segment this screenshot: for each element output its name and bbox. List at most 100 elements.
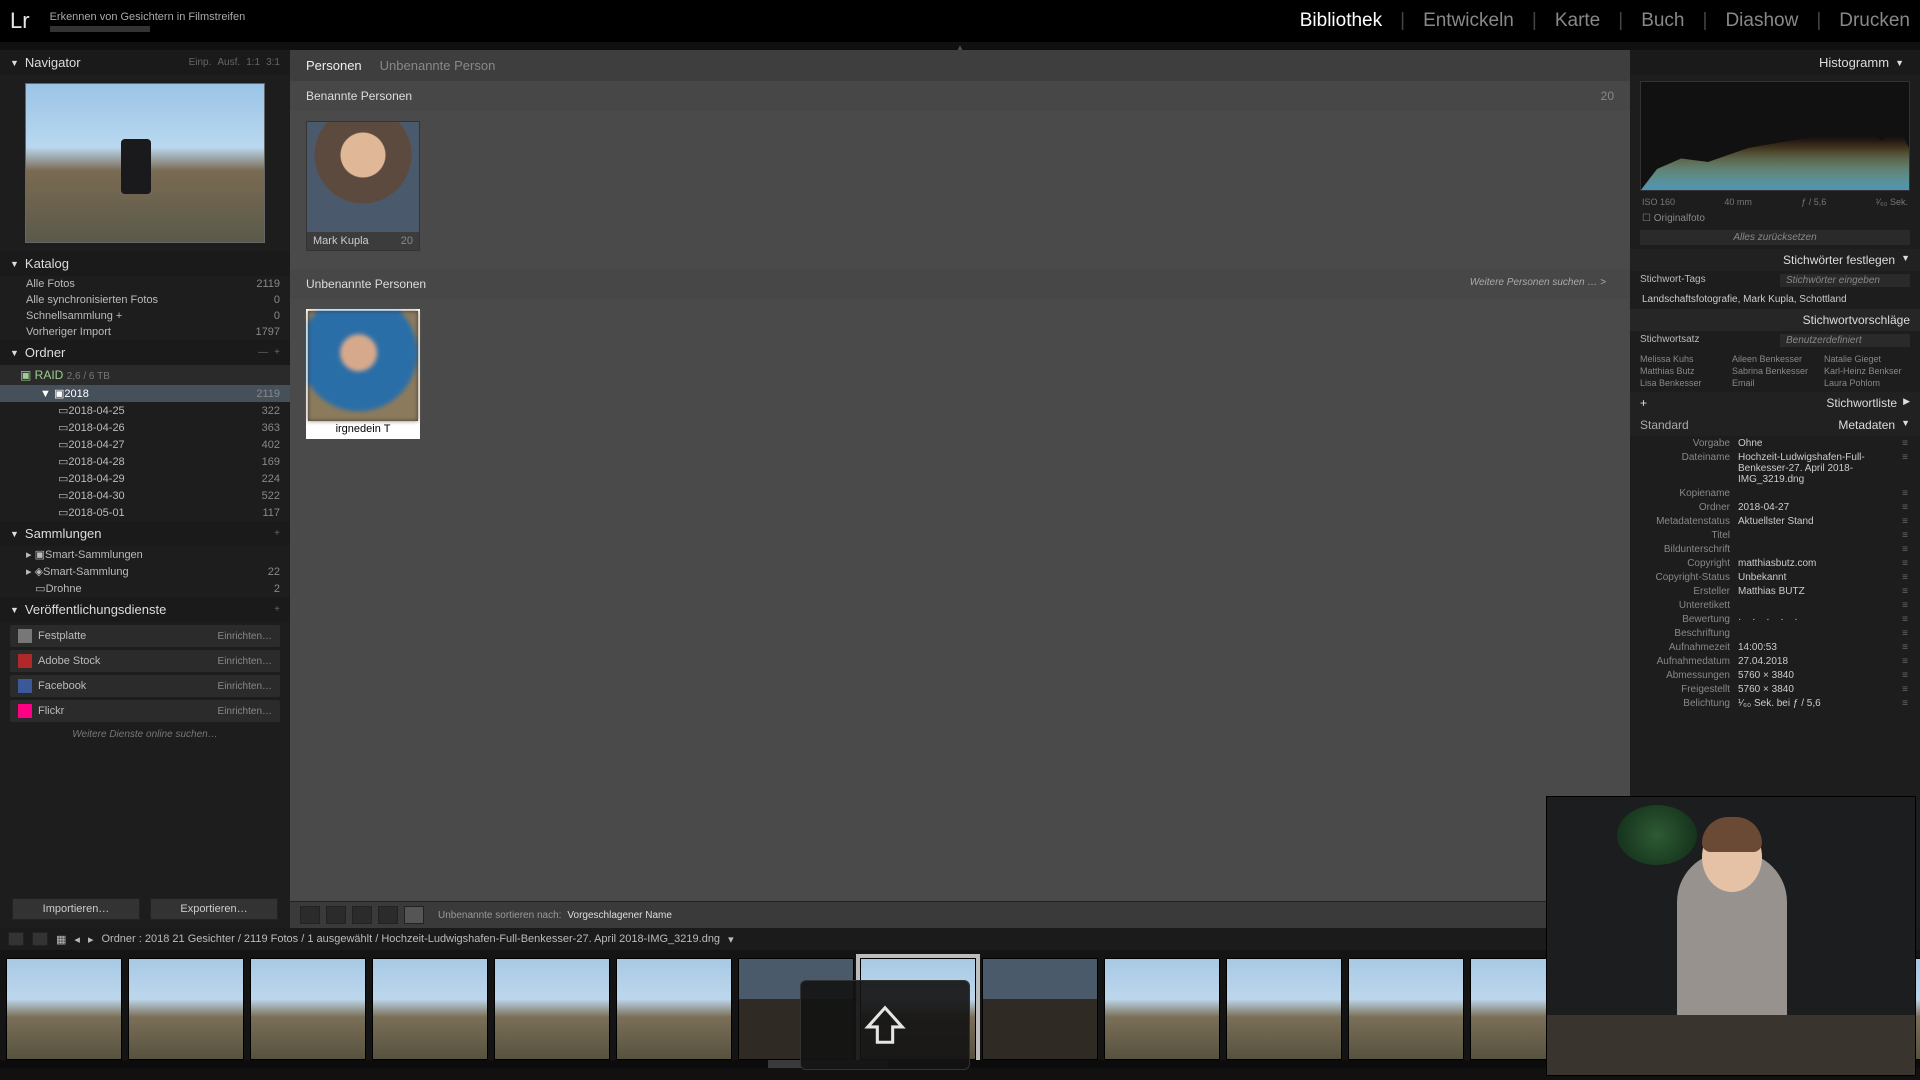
folder-row[interactable]: ▭ 2018-04-30522 [0, 487, 290, 504]
ordner-header[interactable]: ▼Ordner —+ [0, 340, 290, 365]
keyword-list-header[interactable]: + Stichwortliste▶ [1630, 392, 1920, 414]
filmstrip-thumb[interactable] [1348, 958, 1464, 1060]
publish-service-row[interactable]: Adobe StockEinrichten… [10, 650, 280, 672]
histogram[interactable] [1640, 81, 1910, 191]
find-more-people-link[interactable]: Weitere Personen suchen … > [1470, 277, 1614, 291]
folder-row[interactable]: ▭ 2018-04-29224 [0, 470, 290, 487]
keyword-suggestion[interactable]: Aileen Benkesser [1732, 354, 1818, 364]
katalog-header[interactable]: ▼Katalog [0, 251, 290, 276]
reset-all-button[interactable]: Alles zurücksetzen [1640, 230, 1910, 245]
metadata-row[interactable]: MetadatenstatusAktuellster Stand≡ [1630, 514, 1920, 528]
catalog-row[interactable]: Schnellsammlung +0 [0, 308, 290, 324]
publish-service-row[interactable]: FlickrEinrichten… [10, 700, 280, 722]
add-icon[interactable]: + [274, 604, 280, 615]
folder-row[interactable]: ▭ 2018-04-25322 [0, 402, 290, 419]
filmstrip-thumb[interactable] [494, 958, 610, 1060]
metadata-row[interactable]: VorgabeOhne≡ [1630, 436, 1920, 450]
metadata-row[interactable]: ErstellerMatthias BUTZ≡ [1630, 584, 1920, 598]
keyword-suggestion[interactable]: Karl-Heinz Benkser [1824, 366, 1910, 376]
filmstrip-thumb[interactable] [616, 958, 732, 1060]
keyword-tags-input[interactable]: Stichwörter eingeben [1780, 274, 1910, 287]
folder-row[interactable]: ▭ 2018-05-01117 [0, 504, 290, 521]
filmstrip-thumb[interactable] [1104, 958, 1220, 1060]
keyword-suggestion[interactable]: Natalie Gieget [1824, 354, 1910, 364]
keyword-suggestion[interactable]: Melissa Kuhs [1640, 354, 1726, 364]
import-button[interactable]: Importieren… [12, 898, 140, 920]
add-icon[interactable]: + [274, 528, 280, 539]
nav-back-icon[interactable]: ◂ [74, 933, 80, 946]
view-compare-button[interactable] [352, 906, 372, 924]
collection-row[interactable]: ▭ Drohne2 [0, 580, 290, 597]
module-karte[interactable]: Karte [1555, 10, 1600, 32]
keywords-panel-header[interactable]: Stichwörter festlegen▼ [1630, 249, 1920, 271]
catalog-row[interactable]: Vorheriger Import1797 [0, 324, 290, 340]
more-services-link[interactable]: Weitere Dienste online suchen… [0, 725, 290, 744]
histogram-header[interactable]: Histogramm▼ [1630, 50, 1920, 75]
original-photo-checkbox[interactable]: ☐ Originalfoto [1630, 211, 1920, 226]
keyword-suggestion[interactable]: Laura Pohlom [1824, 378, 1910, 388]
view-people-button[interactable] [404, 906, 424, 924]
filter-icon[interactable]: — [258, 347, 268, 358]
metadata-row[interactable]: Kopiename≡ [1630, 486, 1920, 500]
grid-icon[interactable]: ▦ [56, 933, 66, 946]
collapse-top-handle[interactable]: ▴ [0, 42, 1920, 50]
sort-value[interactable]: Vorgeschlagener Name [567, 910, 672, 921]
breadcrumb-leaf[interactable]: Unbenannte Person [380, 58, 496, 73]
keyword-suggestion[interactable]: Matthias Butz [1640, 366, 1726, 376]
navigator-header[interactable]: ▼ Navigator Einp. Ausf. 1:1 3:1 [0, 50, 290, 75]
filmstrip-thumb[interactable] [6, 958, 122, 1060]
metadata-row[interactable]: Freigestellt5760 × 3840≡ [1630, 682, 1920, 696]
second-monitor-2-button[interactable] [32, 932, 48, 946]
navigator-preview[interactable] [0, 75, 290, 251]
metadata-header[interactable]: Standard Metadaten▼ [1630, 414, 1920, 436]
catalog-row[interactable]: Alle Fotos2119 [0, 276, 290, 292]
metadata-row[interactable]: Copyrightmatthiasbutz.com≡ [1630, 556, 1920, 570]
second-monitor-1-button[interactable] [8, 932, 24, 946]
sammlungen-header[interactable]: ▼Sammlungen + [0, 521, 290, 546]
metadata-row[interactable]: Unteretikett≡ [1630, 598, 1920, 612]
face-stack[interactable]: Mark Kupla 20 [306, 121, 420, 251]
publish-header[interactable]: ▼Veröffentlichungsdienste + [0, 597, 290, 622]
metadata-row[interactable]: Bildunterschrift≡ [1630, 542, 1920, 556]
module-drucken[interactable]: Drucken [1839, 10, 1910, 32]
filmstrip-thumb[interactable] [1226, 958, 1342, 1060]
breadcrumb-root[interactable]: Personen [306, 58, 362, 73]
navigator-zoom-modes[interactable]: Einp. Ausf. 1:1 3:1 [189, 57, 280, 68]
filmstrip-thumb[interactable] [982, 958, 1098, 1060]
metadata-row[interactable]: Aufnahmezeit14:00:53≡ [1630, 640, 1920, 654]
collection-row[interactable]: ▸ ◈ Smart-Sammlung22 [0, 563, 290, 580]
publish-service-row[interactable]: FacebookEinrichten… [10, 675, 280, 697]
dropdown-icon[interactable]: ▾ [728, 933, 734, 946]
module-diashow[interactable]: Diashow [1725, 10, 1798, 32]
module-bibliothek[interactable]: Bibliothek [1300, 10, 1382, 32]
folder-row[interactable]: ▭ 2018-04-27402 [0, 436, 290, 453]
keyword-suggestion[interactable]: Sabrina Benkesser [1732, 366, 1818, 376]
view-grid-button[interactable] [300, 906, 320, 924]
nav-fwd-icon[interactable]: ▸ [88, 933, 94, 946]
export-button[interactable]: Exportieren… [150, 898, 278, 920]
metadata-row[interactable]: Titel≡ [1630, 528, 1920, 542]
metadata-row[interactable]: Bewertung· · · · ·≡ [1630, 612, 1920, 626]
collection-row[interactable]: ▸ ▣ Smart-Sammlungen [0, 546, 290, 563]
metadata-row[interactable]: Beschriftung≡ [1630, 626, 1920, 640]
view-survey-button[interactable] [378, 906, 398, 924]
folder-row[interactable]: ▭ 2018-04-26363 [0, 419, 290, 436]
filmstrip-thumb[interactable] [250, 958, 366, 1060]
keyword-suggestion[interactable]: Lisa Benkesser [1640, 378, 1726, 388]
current-keywords[interactable]: Landschaftsfotografie, Mark Kupla, Schot… [1630, 290, 1920, 309]
face-stack-selected[interactable] [306, 309, 420, 439]
metadata-row[interactable]: Aufnahmedatum27.04.2018≡ [1630, 654, 1920, 668]
metadata-row[interactable]: DateinameHochzeit-Ludwigshafen-Full-Benk… [1630, 450, 1920, 486]
module-entwickeln[interactable]: Entwickeln [1423, 10, 1514, 32]
metadata-row[interactable]: Belichtung¹⁄₆₀ Sek. bei ƒ / 5,6≡ [1630, 696, 1920, 710]
filmstrip-path[interactable]: Ordner : 2018 21 Gesichter / 2119 Fotos … [101, 933, 720, 945]
face-name-input[interactable] [308, 421, 418, 437]
folder-row[interactable]: ▭ 2018-04-28169 [0, 453, 290, 470]
view-loupe-button[interactable] [326, 906, 346, 924]
volume-row[interactable]: ▣ RAID 2,6 / 6 TB [0, 365, 290, 385]
metadata-row[interactable]: Abmessungen5760 × 3840≡ [1630, 668, 1920, 682]
module-buch[interactable]: Buch [1641, 10, 1684, 32]
metadata-row[interactable]: Ordner2018-04-27≡ [1630, 500, 1920, 514]
metadata-row[interactable]: Copyright-StatusUnbekannt≡ [1630, 570, 1920, 584]
add-icon[interactable]: + [274, 347, 280, 358]
